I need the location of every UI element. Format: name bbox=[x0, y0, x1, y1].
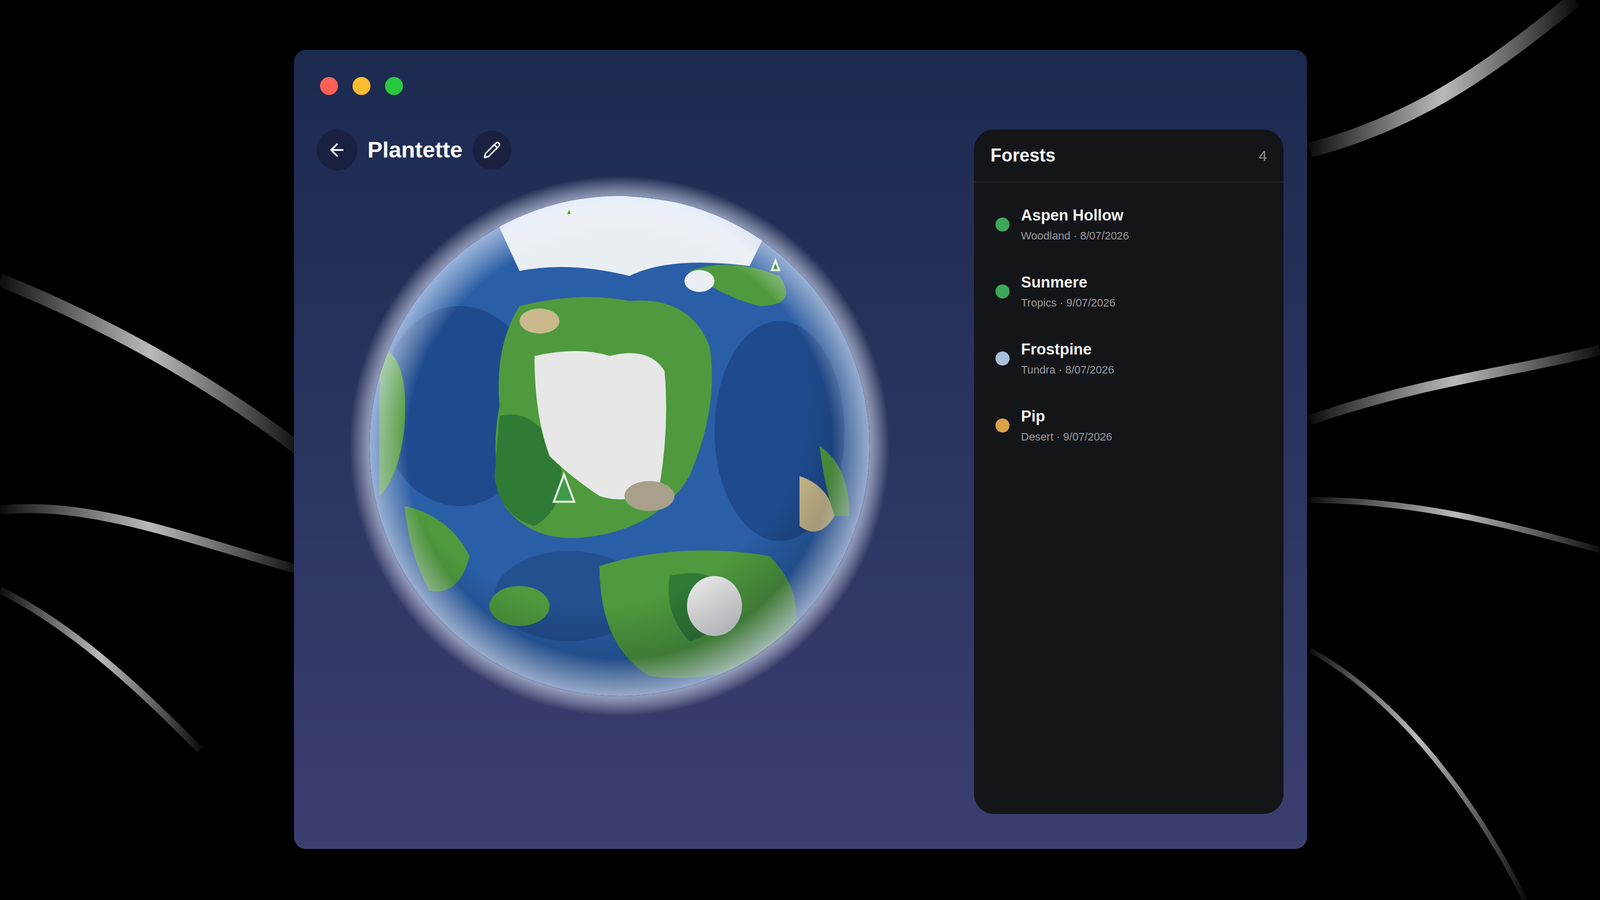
panel-header: Forests 4 bbox=[974, 129, 1284, 183]
forest-marker-icon[interactable] bbox=[772, 260, 779, 270]
forest-detail: Tundra · 8/07/2026 bbox=[1021, 363, 1114, 377]
edit-button[interactable] bbox=[472, 130, 512, 170]
forest-list: Aspen Hollow Woodland · 8/07/2026 Sunmere T… bbox=[974, 182, 1284, 459]
forest-name: Sunmere bbox=[1021, 273, 1116, 292]
forest-status-dot bbox=[995, 284, 1010, 299]
main-area: Plantette bbox=[316, 129, 954, 814]
close-button[interactable] bbox=[320, 77, 338, 95]
forest-item[interactable]: Sunmere Tropics · 9/07/2026 bbox=[974, 258, 1284, 325]
forest-marker-icon[interactable] bbox=[554, 474, 575, 502]
traffic-lights bbox=[320, 77, 1284, 95]
forest-count: 4 bbox=[1258, 144, 1267, 167]
forest-marker-icon[interactable] bbox=[566, 207, 572, 215]
pencil-icon bbox=[483, 141, 501, 159]
content: Plantette Forests 4 Aspen Hollow Woodland · … bbox=[316, 129, 1284, 814]
forest-status-dot bbox=[995, 418, 1010, 433]
forest-detail: Desert · 9/07/2026 bbox=[1021, 430, 1112, 444]
planet-title: Plantette bbox=[367, 136, 463, 164]
forest-item[interactable]: Aspen Hollow Woodland · 8/07/2026 bbox=[974, 191, 1284, 258]
forest-status-dot bbox=[995, 217, 1010, 232]
forest-detail: Tropics · 9/07/2026 bbox=[1021, 296, 1116, 310]
zoom-button[interactable] bbox=[385, 77, 403, 95]
forest-name: Pip bbox=[1021, 407, 1112, 426]
forest-name: Aspen Hollow bbox=[1021, 206, 1129, 225]
forest-name: Frostpine bbox=[1021, 340, 1114, 359]
header: Plantette bbox=[316, 129, 954, 171]
minimize-button[interactable] bbox=[352, 77, 371, 95]
panel-title: Forests bbox=[990, 142, 1056, 169]
desktop: Plantette Forests 4 Aspen Hollow Woodland · … bbox=[0, 0, 1600, 900]
arrow-left-icon bbox=[327, 140, 347, 160]
planet-globe[interactable] bbox=[349, 176, 890, 716]
back-button[interactable] bbox=[316, 129, 358, 171]
forest-item[interactable]: Frostpine Tundra · 8/07/2026 bbox=[974, 325, 1284, 392]
forest-status-dot bbox=[995, 351, 1010, 366]
forests-panel: Forests 4 Aspen Hollow Woodland · 8/07/2026… bbox=[974, 129, 1284, 814]
app-window: Plantette Forests 4 Aspen Hollow Woodland · … bbox=[294, 50, 1307, 849]
forest-detail: Woodland · 8/07/2026 bbox=[1021, 229, 1129, 243]
globe-area bbox=[349, 176, 954, 716]
forest-item[interactable]: Pip Desert · 9/07/2026 bbox=[974, 392, 1284, 459]
